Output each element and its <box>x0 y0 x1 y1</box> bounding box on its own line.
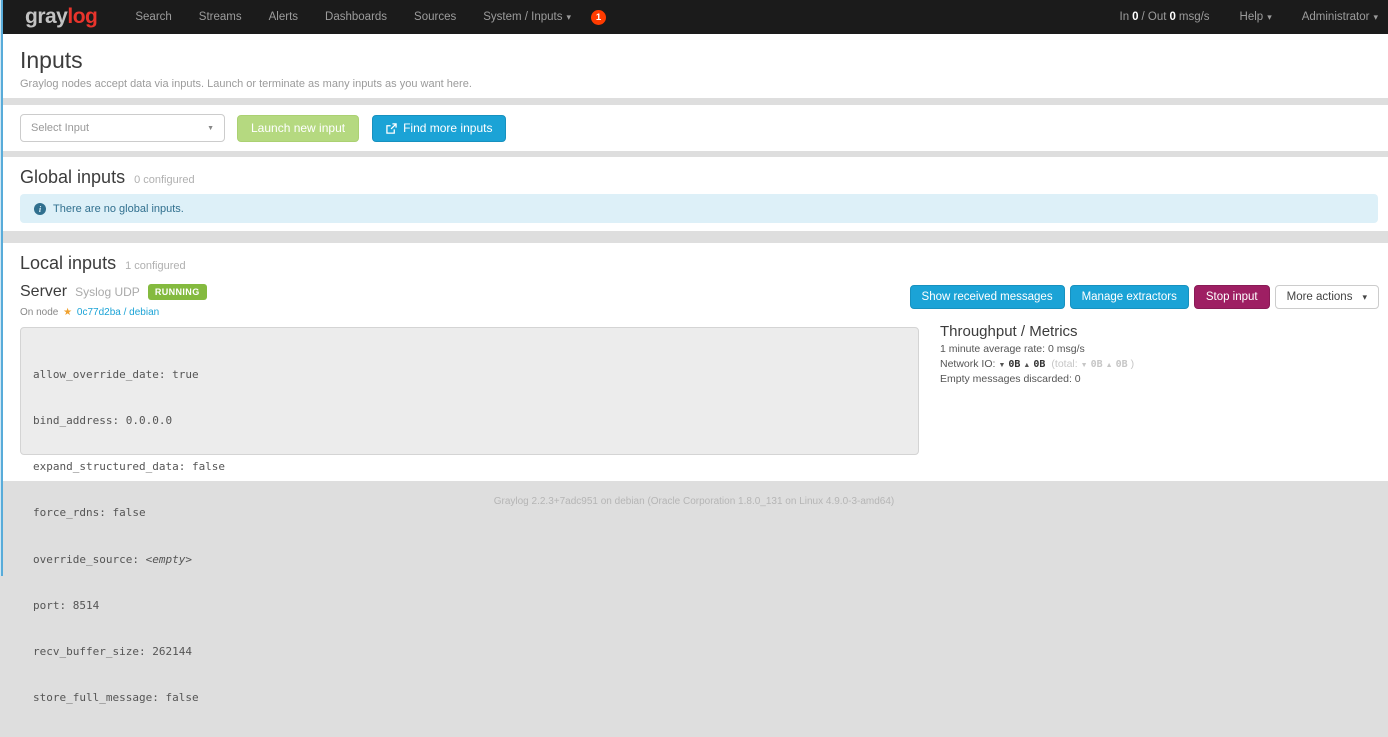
local-inputs-count: 1 configured <box>125 260 186 272</box>
config-entry: override_source: <empty> <box>33 552 906 567</box>
nav-item-system-inputs[interactable]: System / Inputs▾ <box>483 11 571 23</box>
global-inputs-section: Global inputs 0 configured i There are no… <box>0 157 1388 231</box>
config-entry: allow_override_date: true <box>33 367 906 382</box>
metrics-title: Throughput / Metrics <box>940 323 1134 340</box>
find-more-inputs-button[interactable]: Find more inputs <box>372 115 506 142</box>
logo-text-gray: gray <box>25 5 67 28</box>
show-received-messages-button[interactable]: Show received messages <box>910 285 1065 309</box>
config-entry: bind_address: 0.0.0.0 <box>33 413 906 428</box>
upload-arrow-icon: ▲ <box>1106 362 1113 369</box>
help-menu[interactable]: Help▾ <box>1240 11 1272 23</box>
page-title: Inputs <box>20 47 1388 74</box>
local-inputs-title: Local inputs <box>20 253 116 274</box>
config-entry: expand_structured_data: false <box>33 459 906 474</box>
graylog-logo[interactable]: graylog <box>25 5 97 29</box>
nav-item-search[interactable]: Search <box>135 11 171 23</box>
navbar-right: In0/ Out0msg/s Help▾ Administrator▾ <box>1120 11 1378 23</box>
top-navbar: graylog Search Streams Alerts Dashboards… <box>0 0 1388 34</box>
stop-input-button[interactable]: Stop input <box>1194 285 1270 309</box>
window-edge-strip <box>0 0 3 576</box>
chevron-down-icon: ▾ <box>567 12 572 22</box>
global-inputs-count: 0 configured <box>134 174 195 186</box>
throughput-metrics: Throughput / Metrics 1 minute average ra… <box>940 323 1134 385</box>
input-launcher-section: Select Input ▼ Launch new input Find mor… <box>0 105 1388 151</box>
download-arrow-icon: ▼ <box>998 362 1005 369</box>
nav-item-sources[interactable]: Sources <box>414 11 456 23</box>
chevron-down-icon: ▾ <box>1362 292 1367 303</box>
logo-text-red: log <box>67 5 97 28</box>
config-entry: port: 8514 <box>33 598 906 613</box>
upload-arrow-icon: ▲ <box>1023 362 1030 369</box>
metric-network-io: Network IO: ▼0B ▲0B (total: ▼0B ▲0B ) <box>940 358 1134 370</box>
input-name: Server <box>20 283 67 301</box>
metric-empty-messages: Empty messages discarded: 0 <box>940 373 1134 385</box>
no-global-inputs-alert: i There are no global inputs. <box>20 194 1378 223</box>
manage-extractors-button[interactable]: Manage extractors <box>1070 285 1189 309</box>
chevron-down-icon: ▾ <box>1373 12 1378 22</box>
global-throughput: In0/ Out0msg/s <box>1120 11 1210 23</box>
status-badge: RUNNING <box>148 284 207 300</box>
global-inputs-title: Global inputs <box>20 167 125 188</box>
version-footer: Graylog 2.2.3+7adc951 on debian (Oracle … <box>0 496 1388 507</box>
more-actions-button[interactable]: More actions▾ <box>1275 285 1379 309</box>
config-entry: store_full_message: false <box>33 690 906 705</box>
input-configuration-block: allow_override_date: true bind_address: … <box>20 327 919 455</box>
chevron-down-icon: ▼ <box>207 125 214 132</box>
network-io-total: (total: ▼0B ▲0B ) <box>1051 358 1134 370</box>
nav-item-dashboards[interactable]: Dashboards <box>325 11 387 23</box>
info-icon: i <box>34 203 46 215</box>
nav-item-alerts[interactable]: Alerts <box>269 11 298 23</box>
input-type-select[interactable]: Select Input ▼ <box>20 114 225 142</box>
external-link-icon <box>386 123 397 134</box>
launch-new-input-button[interactable]: Launch new input <box>237 115 359 142</box>
input-actions: Show received messages Manage extractors… <box>910 285 1379 309</box>
download-arrow-icon: ▼ <box>1081 362 1088 369</box>
notification-badge[interactable]: 1 <box>591 10 606 25</box>
input-type: Syslog UDP <box>75 285 140 299</box>
local-inputs-section: Local inputs 1 configured Server Syslog U… <box>0 243 1388 481</box>
master-node-star-icon: ★ <box>63 307 72 318</box>
metric-average-rate: 1 minute average rate: 0 msg/s <box>940 343 1134 355</box>
page-header-section: Inputs Graylog nodes accept data via inp… <box>0 34 1388 98</box>
select-placeholder: Select Input <box>31 122 89 134</box>
config-entry: recv_buffer_size: 262144 <box>33 644 906 659</box>
page-description: Graylog nodes accept data via inputs. La… <box>20 78 1388 90</box>
config-entry: force_rdns: false <box>33 505 906 520</box>
main-nav: Search Streams Alerts Dashboards Sources… <box>135 11 571 23</box>
nav-item-streams[interactable]: Streams <box>199 11 242 23</box>
node-link[interactable]: 0c77d2ba / debian <box>77 307 159 318</box>
chevron-down-icon: ▾ <box>1267 12 1272 22</box>
user-menu[interactable]: Administrator▾ <box>1302 11 1378 23</box>
